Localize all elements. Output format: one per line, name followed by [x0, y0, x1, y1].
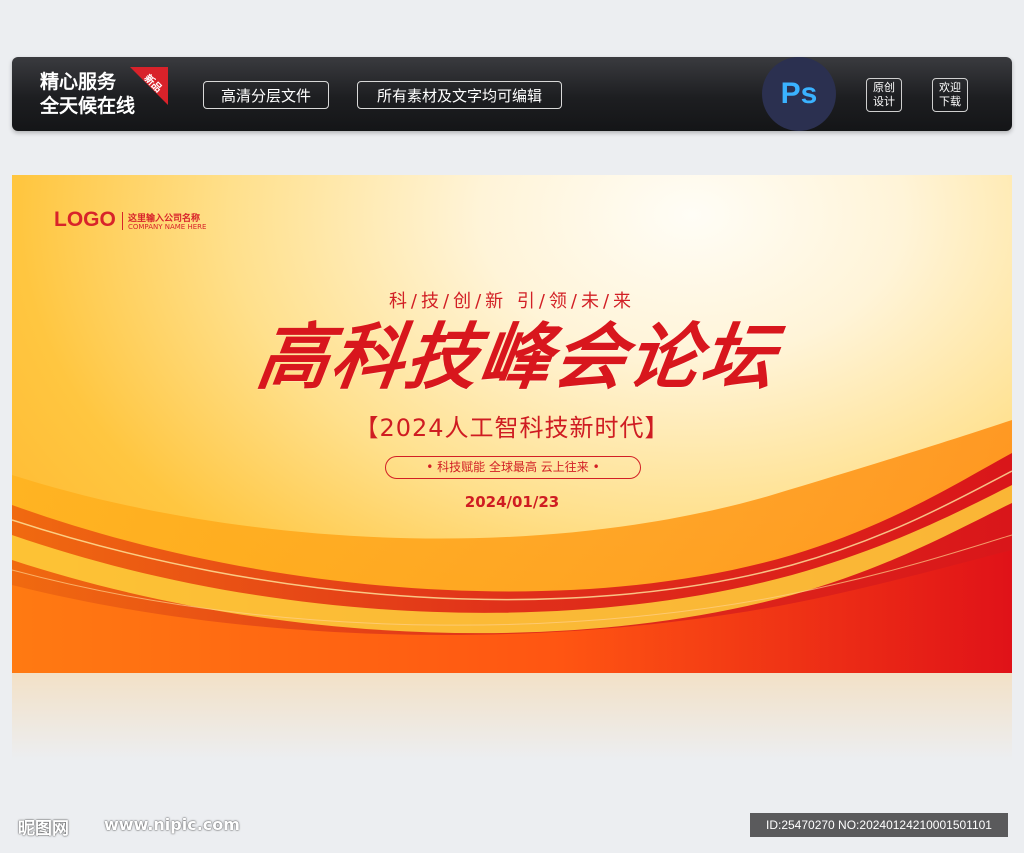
- tagline-pill: • 科技赋能 全球最高 云上往来 •: [385, 456, 641, 479]
- watermark-site-url: www.nipic.com: [104, 815, 240, 834]
- event-date: 2024/01/23: [464, 493, 560, 511]
- service-line-1: 精心服务: [40, 71, 117, 93]
- logo-divider: [122, 212, 123, 230]
- original-design-badge: 原创 设计: [866, 78, 902, 112]
- original-design-line-1: 原创: [873, 81, 895, 94]
- service-line-2: 全天候在线: [40, 95, 136, 117]
- promo-header-bar: 精心服务 全天候在线 新品 高清分层文件 所有素材及文字均可编辑 Ps 原创 设…: [12, 57, 1012, 131]
- welcome-download-badge: 欢迎 下载: [932, 78, 968, 112]
- slogan: 科/技/创/新 引/领/未/来: [388, 291, 636, 312]
- main-title: 高科技峰会论坛: [252, 315, 782, 399]
- watermark-site-name: 昵图网: [18, 819, 69, 839]
- banner-reflection: [12, 673, 1012, 783]
- forum-banner: LOGO 这里输入公司名称 COMPANY NAME HERE 科/技/创/新 …: [12, 175, 1012, 673]
- sub-title: 【2024人工智科技新时代】: [354, 414, 670, 442]
- feature-pill-layered-file: 高清分层文件: [203, 81, 329, 109]
- image-id-bar: ID:25470270 NO:20240124210001501101: [750, 813, 1008, 837]
- welcome-download-line-1: 欢迎: [939, 81, 961, 94]
- welcome-download-line-2: 下载: [939, 95, 961, 108]
- company-name-en: COMPANY NAME HERE: [128, 223, 207, 231]
- original-design-line-2: 设计: [873, 95, 895, 108]
- logo-text: LOGO: [54, 208, 116, 231]
- photoshop-icon: Ps: [762, 57, 836, 131]
- feature-pill-editable: 所有素材及文字均可编辑: [357, 81, 562, 109]
